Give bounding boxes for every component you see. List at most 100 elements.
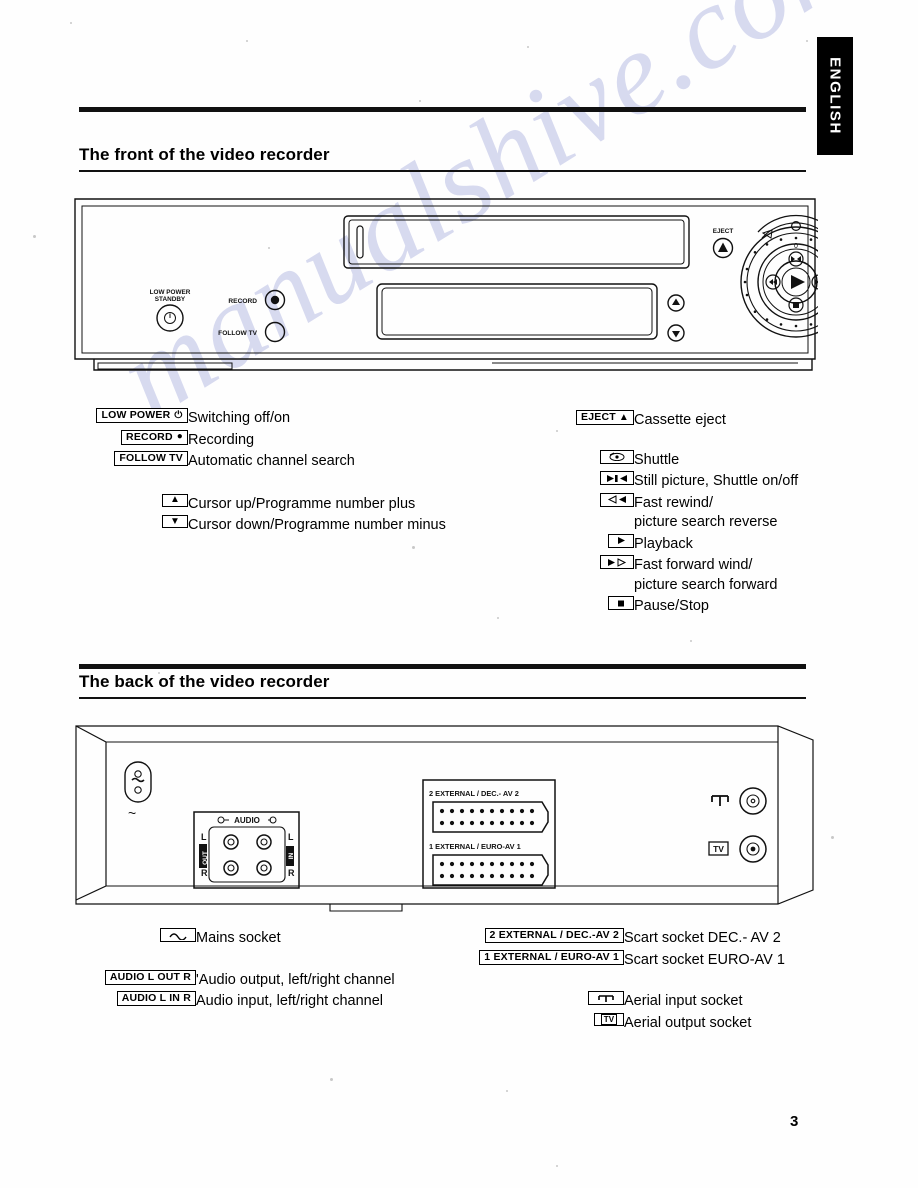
audio-out-key-label: AUDIO L OUT R (109, 970, 191, 983)
legend-item-playback: Playback (568, 533, 898, 554)
scan-speckle (497, 617, 499, 619)
legend-item-shuttle: Shuttle (568, 449, 898, 470)
back-section-title: The back of the video recorder (79, 672, 330, 691)
legend-text: Aerial output socket (624, 1014, 752, 1031)
legend-text: Cursor up/Programme number plus (188, 495, 416, 512)
fast-rewind-key (600, 492, 634, 507)
fast-rewind-icon (607, 495, 626, 504)
aerial-input-key (588, 991, 624, 1005)
legend-item-eject: EJECT ▲ Cassette eject (568, 410, 898, 430)
back-panel-illustration: ~ AUDIO L R L R OUT IN 2 EXTERNAL / DEC.… (72, 718, 818, 918)
legend-text: Cassette eject (634, 412, 726, 428)
audio-in-key-label: AUDIO L IN R (121, 992, 191, 1004)
legend-text: Aerial input socket (624, 993, 743, 1009)
legend-text: Switching off/on (188, 410, 291, 426)
legend-item-audio-out: AUDIO L OUT R 'Audio output, left/right … (78, 969, 478, 990)
legend-item-record: RECORD ● Recording (84, 429, 484, 450)
legend-text: Still picture, Shuttle on/off (634, 473, 799, 489)
follow-tv-key-label: FOLLOW TV (119, 452, 183, 464)
scan-speckle (506, 1090, 508, 1092)
scan-speckle (690, 640, 692, 642)
legend-item-cursor-down: ▼ Cursor down/Programme number minus (84, 515, 484, 535)
still-picture-icon (607, 474, 627, 482)
fast-forward-key (600, 555, 634, 569)
legend-text-continued: picture search reverse (634, 514, 778, 530)
legend-item-low-power: LOW POWER ⏻ Switching off/on (84, 408, 484, 428)
legend-text: Fast forward wind/ (634, 557, 753, 573)
audio-in-key: AUDIO L IN R (116, 991, 196, 1006)
back-legend-left: Mains socket AUDIO L OUT R 'Audio output… (78, 928, 478, 1013)
scart-av1-key: 1 EXTERNAL / EURO-AV 1 (479, 949, 624, 965)
record-key-label: RECORD (126, 430, 173, 443)
svg-text:1 EXTERNAL / EURO-AV 1: 1 EXTERNAL / EURO-AV 1 (429, 842, 521, 851)
still-picture-key (600, 471, 634, 485)
svg-text:L: L (201, 832, 207, 842)
triangle-down-icon: ▼ (169, 515, 181, 527)
tv-icon: TV (600, 1013, 618, 1025)
legend-item-follow-tv: FOLLOW TV Automatic channel search (84, 451, 484, 471)
scan-speckle (831, 836, 834, 839)
svg-text:STANDBY: STANDBY (155, 296, 186, 303)
legend-text: Pause/Stop (634, 598, 709, 614)
triangle-up-icon: ▲ (618, 411, 629, 423)
stop-square-icon (618, 600, 624, 606)
scan-speckle (806, 40, 808, 42)
front-panel-illustration: LOW POWER STANDBY RECORD FOLLOW TV EJECT (72, 193, 818, 383)
legend-item-fast-rewind: Fast rewind/ picture search reverse (568, 492, 898, 532)
scart-av2-key: 2 EXTERNAL / DEC.-AV 2 (484, 928, 624, 943)
eject-key: EJECT ▲ (576, 410, 634, 425)
aerial-output-key: TV (594, 1012, 624, 1026)
page-number: 3 (790, 1113, 799, 1130)
scan-speckle (70, 22, 72, 24)
scan-speckle (527, 46, 529, 48)
follow-tv-key: FOLLOW TV (114, 451, 188, 466)
svg-text:IN: IN (288, 852, 295, 859)
playback-key (608, 533, 634, 548)
svg-text:R: R (288, 868, 295, 878)
section-rule-top (79, 664, 806, 669)
svg-text:2 EXTERNAL / DEC.- AV 2: 2 EXTERNAL / DEC.- AV 2 (429, 789, 519, 798)
cursor-down-key: ▼ (162, 515, 188, 528)
front-legend-right: EJECT ▲ Cassette eject Shuttle Still pic… (568, 410, 898, 618)
scart-av1-key-label: 1 EXTERNAL / EURO-AV 1 (484, 950, 619, 963)
legend-text: Fast rewind/ (634, 494, 713, 511)
legend-text: 'Audio output, left/right channel (196, 971, 395, 988)
scan-speckle (330, 1078, 333, 1081)
record-dot-icon: ● (176, 431, 183, 442)
section-rule-bottom (79, 697, 806, 699)
legend-text: Audio input, left/right channel (196, 993, 384, 1009)
back-legend-right: 2 EXTERNAL / DEC.-AV 2 Scart socket DEC.… (456, 928, 876, 1034)
record-key: RECORD ● (121, 429, 188, 445)
scart-av2-key-label: 2 EXTERNAL / DEC.-AV 2 (489, 929, 619, 941)
section-rule-bottom (79, 170, 806, 172)
legend-text: Cursor down/Programme number minus (188, 517, 446, 533)
language-tab: ENGLISH (817, 37, 853, 155)
low-power-key-label: LOW POWER (101, 409, 171, 421)
power-icon: ⏻ (174, 409, 183, 421)
front-legend-left: LOW POWER ⏻ Switching off/on RECORD ● Re… (84, 408, 484, 537)
legend-text-continued: picture search forward (634, 576, 778, 593)
legend-text: Shuttle (634, 451, 680, 468)
front-section-title: The front of the video recorder (79, 145, 330, 164)
svg-text:~: ~ (128, 805, 136, 821)
scan-speckle (419, 100, 421, 102)
legend-text: Scart socket EURO-AV 1 (624, 951, 785, 968)
mains-socket-key (160, 928, 196, 942)
legend-text: Recording (188, 431, 255, 448)
cursor-up-key: ▲ (162, 493, 188, 507)
svg-text:FOLLOW TV: FOLLOW TV (218, 330, 257, 337)
svg-text:LOW POWER: LOW POWER (150, 289, 191, 296)
scan-speckle (556, 430, 558, 432)
svg-text:L: L (288, 832, 294, 842)
pause-stop-key (608, 596, 634, 610)
aerial-icon (598, 995, 614, 1002)
scan-speckle (33, 235, 36, 238)
eject-key-label: EJECT (581, 411, 616, 423)
scan-speckle (246, 40, 248, 42)
sine-wave-icon (169, 932, 187, 940)
legend-item-fast-forward: Fast forward wind/ picture search forwar… (568, 555, 898, 594)
legend-item-scart-av2: 2 EXTERNAL / DEC.-AV 2 Scart socket DEC.… (456, 928, 876, 948)
legend-item-aerial-input: Aerial input socket (456, 991, 876, 1011)
legend-item-aerial-output: TV Aerial output socket (456, 1012, 876, 1033)
legend-item-scart-av1: 1 EXTERNAL / EURO-AV 1 Scart socket EURO… (456, 949, 876, 970)
